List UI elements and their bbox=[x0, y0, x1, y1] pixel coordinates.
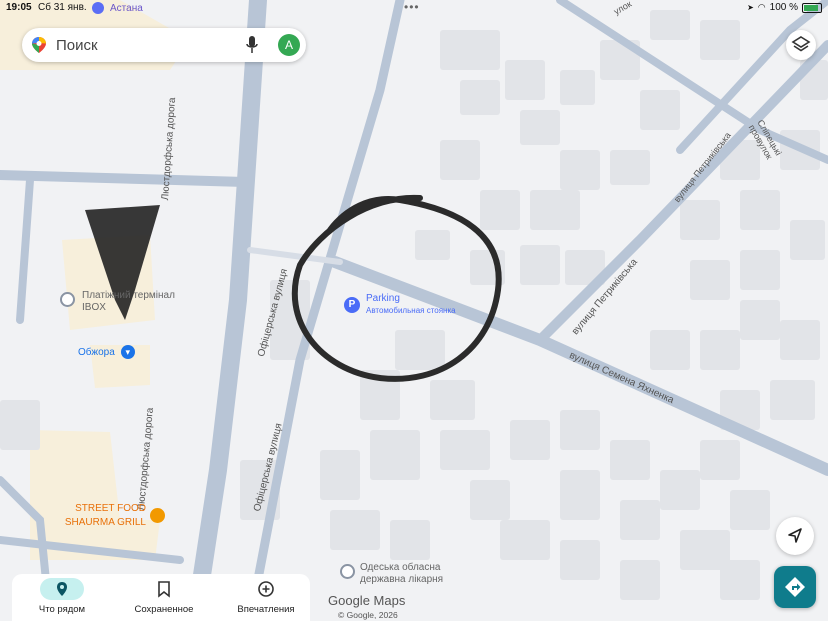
status-bar: 19:05 Сб 31 янв. ••• ➤ ◠ 100 % bbox=[0, 0, 828, 16]
nav-contribute[interactable]: Впечатления bbox=[218, 578, 314, 618]
parking-title: Parking bbox=[366, 293, 400, 304]
directions-icon bbox=[785, 577, 805, 597]
terminal-icon bbox=[60, 292, 75, 307]
directions-button[interactable] bbox=[774, 566, 816, 608]
shopping-cart-icon: ▾ bbox=[120, 345, 135, 359]
poi-obzhora[interactable]: Обжора ▾ bbox=[78, 345, 135, 359]
google-maps-pin-icon bbox=[32, 37, 46, 53]
nav-saved[interactable]: Сохраненное bbox=[116, 578, 212, 618]
hospital-label-2: державна лікарня bbox=[360, 574, 444, 585]
hospital-label-1: Одеська обласна bbox=[360, 562, 441, 573]
battery-percent: 100 % bbox=[769, 2, 798, 13]
nav-explore-label: Что рядом bbox=[38, 604, 86, 615]
nav-explore[interactable]: Что рядом bbox=[14, 578, 110, 618]
bottom-navigation: Что рядом Сохраненное Впечатления bbox=[12, 574, 310, 621]
copyright-text: © Google, 2026 bbox=[338, 610, 398, 620]
hospital-icon bbox=[340, 564, 355, 579]
parking-icon: P bbox=[344, 297, 360, 313]
restaurant-icon bbox=[150, 508, 165, 523]
nav-contribute-label: Впечатления bbox=[237, 604, 295, 615]
status-date: Сб 31 янв. bbox=[38, 2, 87, 13]
wifi-icon: ◠ bbox=[757, 2, 766, 12]
nav-saved-label: Сохраненное bbox=[134, 604, 194, 615]
poi-street-food[interactable]: STREET FOOD SHAURMA GRILL bbox=[62, 502, 165, 530]
microphone-icon[interactable] bbox=[246, 36, 258, 54]
location-arrow-icon: ➤ bbox=[747, 3, 754, 12]
status-indicators: ➤ ◠ 100 % bbox=[747, 2, 822, 13]
avatar[interactable]: A bbox=[278, 34, 300, 56]
status-time: 19:05 bbox=[6, 2, 32, 13]
bookmark-icon bbox=[142, 578, 186, 600]
terminal-label: Платіжний термінал IBOX bbox=[82, 290, 175, 313]
navigation-arrow-icon bbox=[788, 528, 802, 543]
search-bar[interactable]: A bbox=[22, 28, 306, 62]
multitask-dots[interactable]: ••• bbox=[404, 0, 420, 14]
layers-icon bbox=[791, 36, 811, 52]
plus-circle-icon bbox=[244, 578, 288, 600]
obzhora-label: Обжора bbox=[78, 346, 115, 358]
google-maps-logo: Google Maps bbox=[328, 593, 406, 608]
street-food-label: STREET FOOD SHAURMA GRILL bbox=[64, 503, 146, 528]
parking-subtitle: Автомобильная стоянка bbox=[366, 306, 456, 315]
layers-button[interactable] bbox=[786, 30, 816, 60]
battery-icon bbox=[802, 2, 822, 13]
search-input[interactable] bbox=[56, 28, 246, 62]
my-location-button[interactable] bbox=[776, 517, 814, 555]
location-pin-icon bbox=[40, 578, 84, 600]
